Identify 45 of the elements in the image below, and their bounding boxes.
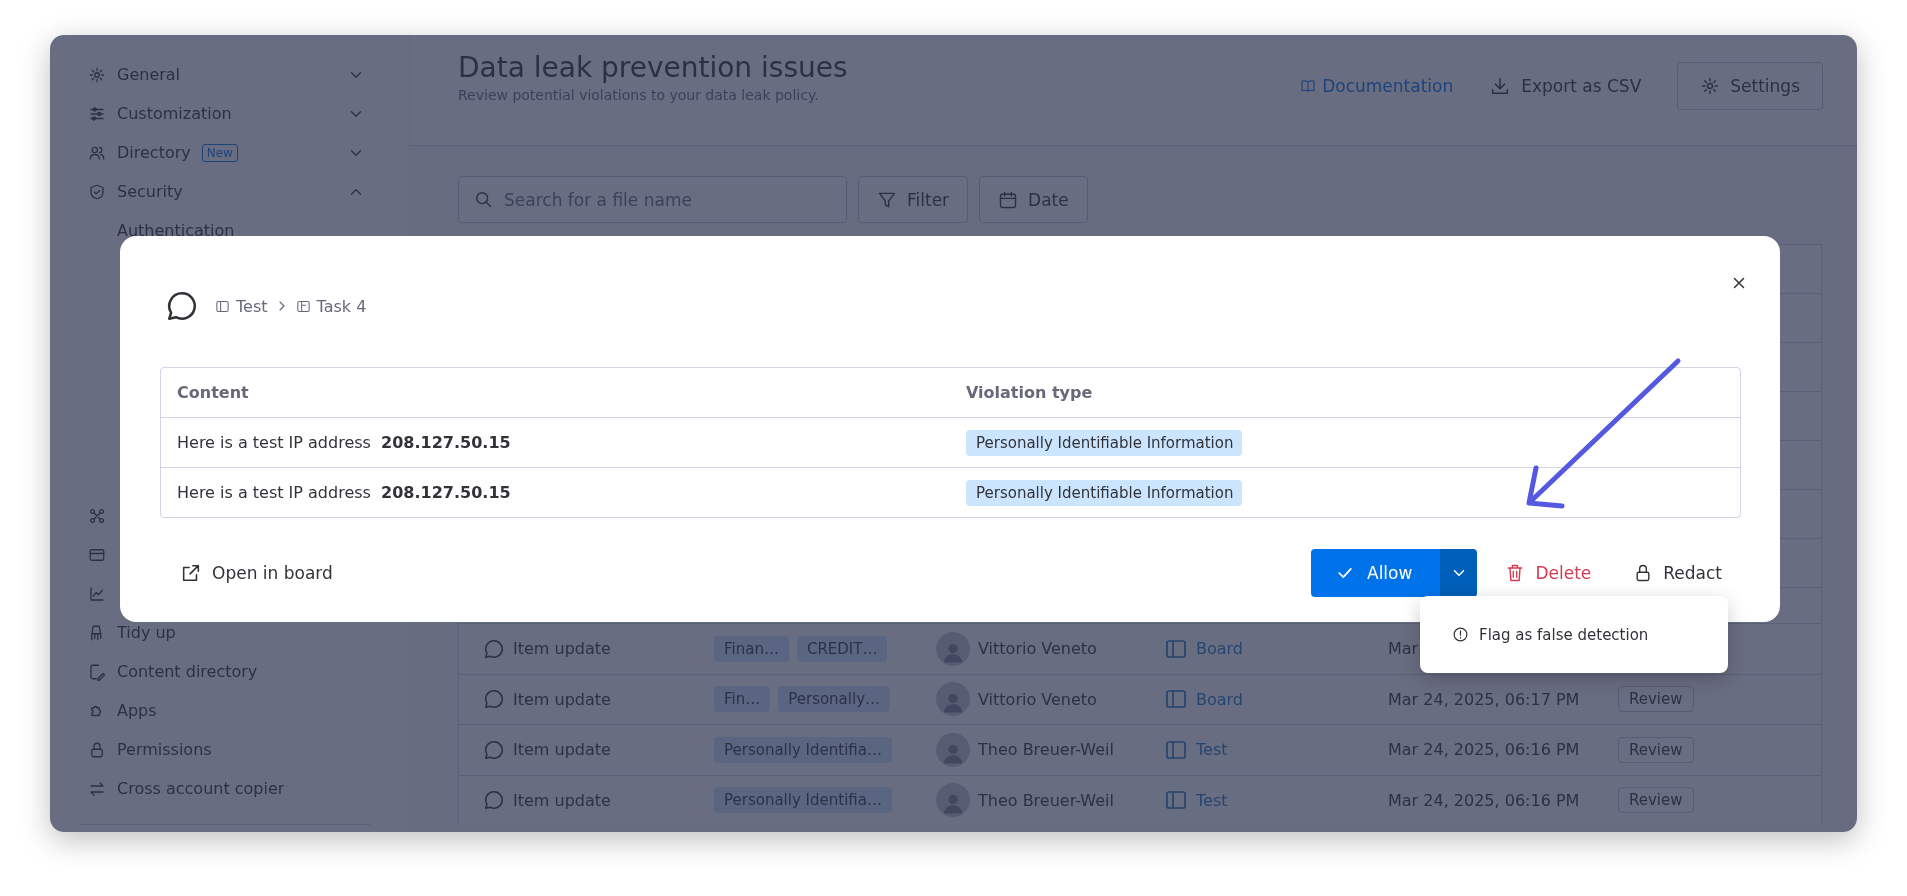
sidebar-item-label: Tidy up: [117, 623, 176, 642]
date-time: Mar 24, 2025, 06:17 PM: [1388, 689, 1581, 709]
board-link[interactable]: Board: [1196, 689, 1244, 709]
content-text: Here is a test IP address 208.127.50.15: [176, 433, 512, 452]
violation-tag: Personally Identifiable Information: [966, 479, 1243, 506]
user-name: Theo Breuer-Weil: [978, 740, 1114, 760]
user-name: Vittorio Veneto: [978, 639, 1097, 659]
allow-options-button[interactable]: [1440, 549, 1478, 597]
page-title: Data leak prevention issues: [458, 51, 848, 84]
delete-button[interactable]: Delete: [1505, 563, 1592, 583]
sidebar-item-label: Directory: [117, 143, 191, 162]
redact-button[interactable]: Redact: [1633, 563, 1741, 583]
item-type: Item update: [513, 790, 611, 810]
breadcrumb-link[interactable]: Task 4: [295, 296, 367, 316]
violation-tag: Personally Identifiable Information: [966, 429, 1243, 456]
sidebar-item-label: Cross account copier: [117, 779, 285, 798]
board-icon: [215, 298, 230, 314]
board-link[interactable]: Test: [1196, 790, 1228, 810]
column-header: Content: [176, 383, 250, 402]
item-type: Item update: [513, 689, 611, 709]
allow-button[interactable]: Allow: [1311, 549, 1441, 597]
date-time: Mar 24, 2025, 06:16 PM: [1388, 740, 1581, 760]
breadcrumb-label: Test: [236, 296, 268, 316]
breadcrumb-link[interactable]: Test: [215, 296, 268, 316]
date-time: Mar 24, 2025, 06:16 PM: [1388, 790, 1581, 810]
sidebar-item-label: General: [117, 65, 181, 84]
date-time: Mar: [1388, 639, 1420, 659]
sidebar-item-label: Apps: [117, 701, 157, 720]
sidebar-item-label: Security: [117, 182, 183, 201]
open-in-board-button[interactable]: Open in board: [160, 562, 333, 584]
content-text: Here is a test IP address 208.127.50.15: [176, 483, 512, 502]
sidebar-item-label: Content directory: [117, 662, 258, 681]
external-link-icon: [180, 562, 202, 584]
info-icon: [1452, 626, 1469, 643]
user-name: Vittorio Veneto: [978, 689, 1097, 709]
item-type: Item update: [513, 740, 611, 760]
sidebar-item-label: Customization: [117, 104, 232, 123]
chat-bubble-icon: [165, 289, 199, 323]
task-icon: [295, 298, 311, 314]
column-header: Violation type: [965, 383, 1094, 402]
sidebar-item-label: Permissions: [117, 740, 212, 759]
breadcrumb-label: Task 4: [316, 296, 367, 316]
item-type: Item update: [513, 639, 611, 659]
menu-item-label: Flag as false detection: [1479, 625, 1649, 644]
user-name: Theo Breuer-Weil: [978, 790, 1114, 810]
